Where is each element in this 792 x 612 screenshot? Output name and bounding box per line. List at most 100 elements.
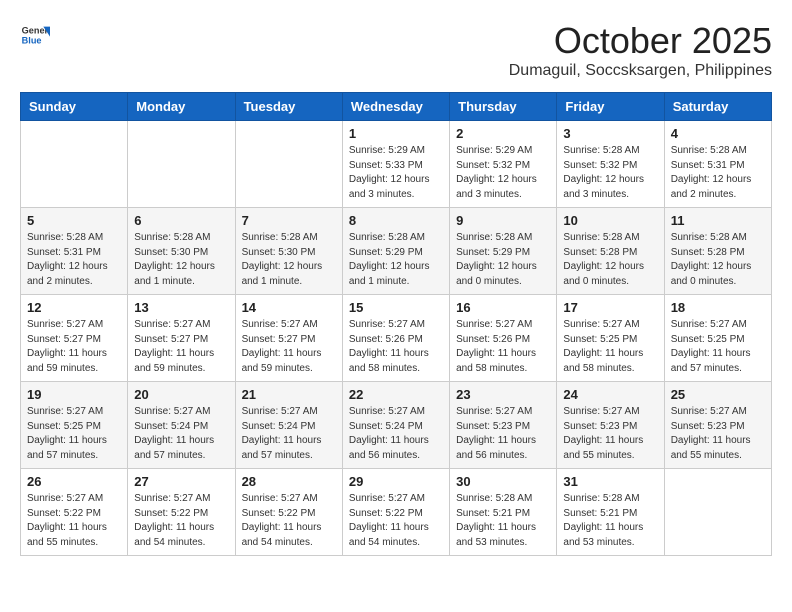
- calendar-cell: 9 Sunrise: 5:28 AM Sunset: 5:29 PM Daylig…: [450, 208, 557, 295]
- calendar-cell: [128, 121, 235, 208]
- day-info: Sunrise: 5:27 AM Sunset: 5:22 PM Dayligh…: [349, 492, 443, 550]
- day-number: 7: [242, 213, 336, 228]
- day-number: 18: [671, 300, 765, 315]
- calendar-cell: [235, 121, 342, 208]
- calendar-cell: 29Sunrise: 5:27 AM Sunset: 5:22 PM Dayli…: [342, 469, 449, 556]
- weekday-header: Sunday: [21, 93, 128, 121]
- day-info: Sunrise: 5:28 AM Sunset: 5:29 PM Dayligh…: [349, 231, 443, 289]
- day-info: Sunrise: 5:28 AM Sunset: 5:29 PM Dayligh…: [456, 231, 550, 289]
- calendar-cell: 8 Sunrise: 5:28 AM Sunset: 5:29 PM Daylig…: [342, 208, 449, 295]
- day-info: Sunrise: 5:27 AM Sunset: 5:25 PM Dayligh…: [563, 318, 657, 376]
- day-info: Sunrise: 5:27 AM Sunset: 5:27 PM Dayligh…: [27, 318, 121, 376]
- day-number: 22: [349, 387, 443, 402]
- day-number: 8: [349, 213, 443, 228]
- weekday-header: Saturday: [664, 93, 771, 121]
- svg-text:Blue: Blue: [22, 35, 42, 45]
- day-info: Sunrise: 5:27 AM Sunset: 5:22 PM Dayligh…: [134, 492, 228, 550]
- calendar-cell: 19 Sunrise: 5:27 AM Sunset: 5:25 PM Dayli…: [21, 382, 128, 469]
- day-number: 27: [134, 474, 228, 489]
- day-number: 12: [27, 300, 121, 315]
- day-number: 10: [563, 213, 657, 228]
- calendar-cell: [21, 121, 128, 208]
- calendar-week-row: 19 Sunrise: 5:27 AM Sunset: 5:25 PM Dayli…: [21, 382, 772, 469]
- calendar-cell: 11 Sunrise: 5:28 AM Sunset: 5:28 PM Dayli…: [664, 208, 771, 295]
- calendar-cell: 24 Sunrise: 5:27 AM Sunset: 5:23 PM Dayli…: [557, 382, 664, 469]
- calendar-week-row: 12 Sunrise: 5:27 AM Sunset: 5:27 PM Dayli…: [21, 295, 772, 382]
- calendar-cell: 12 Sunrise: 5:27 AM Sunset: 5:27 PM Dayli…: [21, 295, 128, 382]
- day-info: Sunrise: 5:27 AM Sunset: 5:25 PM Dayligh…: [671, 318, 765, 376]
- day-info: Sunrise: 5:27 AM Sunset: 5:24 PM Dayligh…: [134, 405, 228, 463]
- calendar-cell: 28 Sunrise: 5:27 AM Sunset: 5:22 PM Dayli…: [235, 469, 342, 556]
- day-number: 16: [456, 300, 550, 315]
- calendar-cell: [664, 469, 771, 556]
- day-number: 21: [242, 387, 336, 402]
- weekday-header: Thursday: [450, 93, 557, 121]
- day-number: 9: [456, 213, 550, 228]
- day-number: 28: [242, 474, 336, 489]
- day-info: Sunrise: 5:28 AM Sunset: 5:21 PM Dayligh…: [456, 492, 550, 550]
- day-number: 17: [563, 300, 657, 315]
- day-number: 23: [456, 387, 550, 402]
- weekday-header: Wednesday: [342, 93, 449, 121]
- day-number: 1: [349, 126, 443, 141]
- calendar-cell: 17 Sunrise: 5:27 AM Sunset: 5:25 PM Dayli…: [557, 295, 664, 382]
- location-title: Dumaguil, Soccsksargen, Philippines: [509, 62, 772, 80]
- day-info: Sunrise: 5:27 AM Sunset: 5:23 PM Dayligh…: [671, 405, 765, 463]
- title-block: October 2025 Dumaguil, Soccsksargen, Phi…: [509, 20, 772, 80]
- calendar-cell: 31 Sunrise: 5:28 AM Sunset: 5:21 PM Dayli…: [557, 469, 664, 556]
- calendar-cell: 4Sunrise: 5:28 AM Sunset: 5:31 PM Daylig…: [664, 121, 771, 208]
- day-number: 20: [134, 387, 228, 402]
- calendar-cell: 7Sunrise: 5:28 AM Sunset: 5:30 PM Daylig…: [235, 208, 342, 295]
- calendar-cell: 14 Sunrise: 5:27 AM Sunset: 5:27 PM Dayli…: [235, 295, 342, 382]
- calendar-cell: 23 Sunrise: 5:27 AM Sunset: 5:23 PM Dayli…: [450, 382, 557, 469]
- logo-icon: General Blue: [20, 20, 50, 50]
- day-number: 26: [27, 474, 121, 489]
- calendar-cell: 18 Sunrise: 5:27 AM Sunset: 5:25 PM Dayli…: [664, 295, 771, 382]
- day-info: Sunrise: 5:28 AM Sunset: 5:28 PM Dayligh…: [671, 231, 765, 289]
- day-info: Sunrise: 5:28 AM Sunset: 5:28 PM Dayligh…: [563, 231, 657, 289]
- calendar-cell: 25 Sunrise: 5:27 AM Sunset: 5:23 PM Dayli…: [664, 382, 771, 469]
- day-number: 19: [27, 387, 121, 402]
- day-info: Sunrise: 5:28 AM Sunset: 5:21 PM Dayligh…: [563, 492, 657, 550]
- page-header: General Blue October 2025 Dumaguil, Socc…: [20, 20, 772, 80]
- weekday-header: Tuesday: [235, 93, 342, 121]
- day-number: 11: [671, 213, 765, 228]
- day-info: Sunrise: 5:27 AM Sunset: 5:27 PM Dayligh…: [134, 318, 228, 376]
- day-number: 25: [671, 387, 765, 402]
- logo: General Blue: [20, 20, 50, 50]
- day-info: Sunrise: 5:27 AM Sunset: 5:23 PM Dayligh…: [456, 405, 550, 463]
- calendar-cell: 3Sunrise: 5:28 AM Sunset: 5:32 PM Daylig…: [557, 121, 664, 208]
- calendar-cell: 1Sunrise: 5:29 AM Sunset: 5:33 PM Daylig…: [342, 121, 449, 208]
- day-number: 14: [242, 300, 336, 315]
- day-info: Sunrise: 5:28 AM Sunset: 5:31 PM Dayligh…: [27, 231, 121, 289]
- day-info: Sunrise: 5:27 AM Sunset: 5:22 PM Dayligh…: [242, 492, 336, 550]
- day-info: Sunrise: 5:27 AM Sunset: 5:22 PM Dayligh…: [27, 492, 121, 550]
- calendar-cell: 5 Sunrise: 5:28 AM Sunset: 5:31 PM Daylig…: [21, 208, 128, 295]
- calendar-table: SundayMondayTuesdayWednesdayThursdayFrid…: [20, 92, 772, 556]
- day-number: 24: [563, 387, 657, 402]
- calendar-cell: 10 Sunrise: 5:28 AM Sunset: 5:28 PM Dayli…: [557, 208, 664, 295]
- day-info: Sunrise: 5:27 AM Sunset: 5:23 PM Dayligh…: [563, 405, 657, 463]
- day-number: 2: [456, 126, 550, 141]
- calendar-cell: 15Sunrise: 5:27 AM Sunset: 5:26 PM Dayli…: [342, 295, 449, 382]
- month-title: October 2025: [509, 20, 772, 62]
- calendar-cell: 22 Sunrise: 5:27 AM Sunset: 5:24 PM Dayli…: [342, 382, 449, 469]
- calendar-cell: 21Sunrise: 5:27 AM Sunset: 5:24 PM Dayli…: [235, 382, 342, 469]
- day-number: 6: [134, 213, 228, 228]
- day-info: Sunrise: 5:27 AM Sunset: 5:27 PM Dayligh…: [242, 318, 336, 376]
- calendar-cell: 27 Sunrise: 5:27 AM Sunset: 5:22 PM Dayli…: [128, 469, 235, 556]
- calendar-week-row: 26 Sunrise: 5:27 AM Sunset: 5:22 PM Dayli…: [21, 469, 772, 556]
- day-info: Sunrise: 5:29 AM Sunset: 5:32 PM Dayligh…: [456, 144, 550, 202]
- calendar-cell: 16 Sunrise: 5:27 AM Sunset: 5:26 PM Dayli…: [450, 295, 557, 382]
- day-info: Sunrise: 5:27 AM Sunset: 5:26 PM Dayligh…: [349, 318, 443, 376]
- day-info: Sunrise: 5:27 AM Sunset: 5:26 PM Dayligh…: [456, 318, 550, 376]
- day-info: Sunrise: 5:27 AM Sunset: 5:24 PM Dayligh…: [349, 405, 443, 463]
- calendar-cell: 13Sunrise: 5:27 AM Sunset: 5:27 PM Dayli…: [128, 295, 235, 382]
- day-number: 4: [671, 126, 765, 141]
- day-number: 5: [27, 213, 121, 228]
- day-number: 31: [563, 474, 657, 489]
- day-info: Sunrise: 5:27 AM Sunset: 5:25 PM Dayligh…: [27, 405, 121, 463]
- weekday-header: Friday: [557, 93, 664, 121]
- calendar-header-row: SundayMondayTuesdayWednesdayThursdayFrid…: [21, 93, 772, 121]
- calendar-cell: 26 Sunrise: 5:27 AM Sunset: 5:22 PM Dayli…: [21, 469, 128, 556]
